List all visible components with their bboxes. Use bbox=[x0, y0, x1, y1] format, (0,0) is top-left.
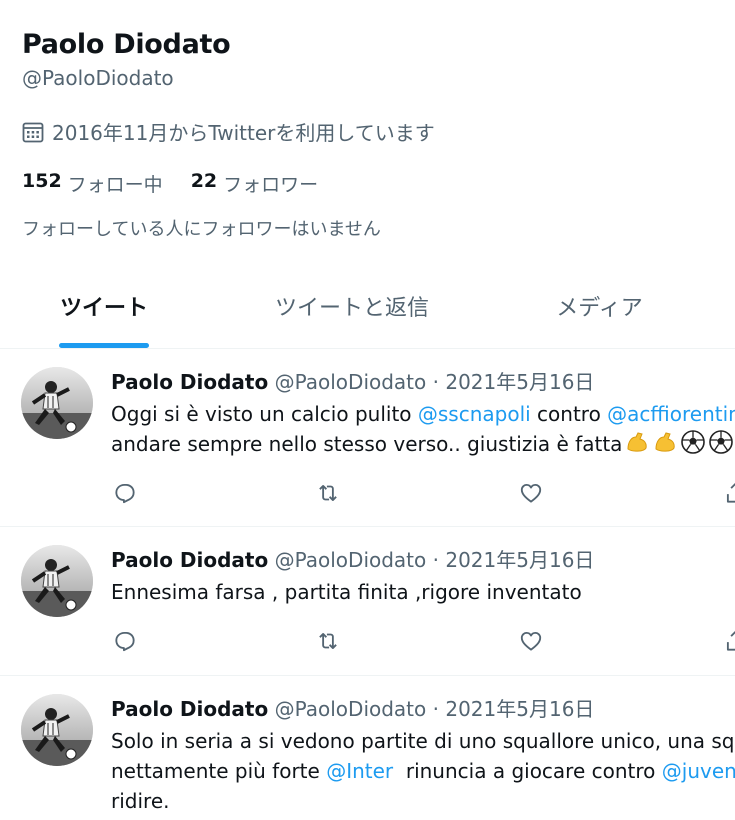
tweet-body: Paolo Diodato @PaoloDiodato · 2021年5月16日… bbox=[111, 546, 735, 607]
followers-link[interactable]: 22 フォロワー bbox=[191, 170, 318, 197]
tweet-author-handle[interactable]: @PaoloDiodato bbox=[275, 697, 427, 721]
tweet-card[interactable]: Paolo Diodato @PaoloDiodato · 2021年5月16日… bbox=[0, 528, 735, 676]
reply-icon[interactable] bbox=[110, 478, 140, 508]
tweet-text: Oggi si è visto un calcio pulito bbox=[111, 402, 418, 426]
tweet-header: Paolo Diodato @PaoloDiodato · 2021年5月16日 bbox=[111, 546, 735, 574]
tweet-body: Paolo Diodato @PaoloDiodato · 2021年5月16日… bbox=[111, 368, 735, 459]
avatar[interactable] bbox=[21, 367, 93, 439]
share-icon[interactable] bbox=[721, 478, 735, 508]
tweet-date[interactable]: 2021年5月16日 bbox=[445, 370, 594, 394]
tweet-body: Paolo Diodato @PaoloDiodato · 2021年5月16日… bbox=[111, 695, 735, 816]
tab-media[interactable]: メディア bbox=[552, 278, 647, 348]
tweet-text: nettamente più forte bbox=[111, 759, 327, 783]
mention-link[interactable]: @juventusfc bbox=[662, 759, 735, 783]
follow-stats: 152 フォロー中 22 フォロワー bbox=[22, 170, 346, 197]
soccer-ball-emoji bbox=[680, 429, 706, 455]
calendar-icon bbox=[22, 121, 44, 143]
flexed-biceps-emoji bbox=[624, 429, 650, 455]
like-icon[interactable] bbox=[516, 478, 546, 508]
reply-icon[interactable] bbox=[110, 626, 140, 656]
profile-handle: @PaoloDiodato bbox=[22, 66, 174, 90]
retweet-icon[interactable] bbox=[313, 478, 343, 508]
following-label: フォロー中 bbox=[67, 174, 163, 196]
followers-label: フォロワー bbox=[223, 174, 319, 196]
following-link[interactable]: 152 フォロー中 bbox=[22, 170, 163, 197]
avatar[interactable] bbox=[21, 694, 93, 766]
tweet-header: Paolo Diodato @PaoloDiodato · 2021年5月16日 bbox=[111, 695, 735, 723]
profile-tabs: ツイート ツイートと返信 メディア bbox=[0, 278, 735, 349]
following-count: 152 bbox=[22, 170, 62, 192]
tab-media-label: メディア bbox=[556, 296, 643, 321]
tweet-text: contro bbox=[530, 402, 608, 426]
flexed-biceps-emoji bbox=[652, 429, 678, 455]
tweet-author-handle[interactable]: @PaoloDiodato bbox=[275, 370, 427, 394]
tweet-text: Solo in seria a si vedono partite di uno… bbox=[111, 729, 735, 753]
tweet-text-line: Oggi si è visto un calcio pulito @sscnap… bbox=[111, 399, 735, 429]
retweet-icon[interactable] bbox=[313, 626, 343, 656]
soccer-ball-emoji bbox=[708, 429, 734, 455]
followers-count: 22 bbox=[190, 170, 218, 192]
tab-tweets-label: ツイート bbox=[59, 296, 148, 321]
tweet-text-line: nettamente più forte @Inter rinuncia a g… bbox=[111, 756, 735, 786]
tweet-text: Ennesima farsa , partita finita ,rigore … bbox=[111, 580, 582, 604]
avatar[interactable] bbox=[21, 545, 93, 617]
share-icon[interactable] bbox=[721, 626, 735, 656]
mention-link[interactable]: @Inter bbox=[326, 759, 393, 783]
tweet-text: ridire. bbox=[111, 789, 170, 813]
tweet-author-name[interactable]: Paolo Diodato bbox=[111, 548, 268, 572]
like-icon[interactable] bbox=[516, 626, 546, 656]
tweet-actions bbox=[111, 626, 735, 656]
tab-replies-label: ツイートと返信 bbox=[274, 296, 429, 321]
tweet-text: andare sempre nello stesso verso.. giust… bbox=[111, 432, 623, 456]
tweet-author-handle[interactable]: @PaoloDiodato bbox=[275, 548, 427, 572]
tab-replies[interactable]: ツイートと返信 bbox=[272, 278, 432, 348]
profile-header: Paolo Diodato @PaoloDiodato 2016年11月からTw… bbox=[22, 28, 722, 240]
tweet-actions bbox=[111, 478, 735, 508]
tweet-card[interactable]: Paolo Diodato @PaoloDiodato · 2021年5月16日… bbox=[0, 350, 735, 527]
profile-name: Paolo Diodato bbox=[22, 29, 231, 60]
tweet-date[interactable]: 2021年5月16日 bbox=[445, 697, 594, 721]
tweet-separator: · bbox=[432, 370, 439, 394]
mention-link[interactable]: @sscnapoli bbox=[418, 402, 531, 426]
tweet-card[interactable]: Paolo Diodato @PaoloDiodato · 2021年5月16日… bbox=[0, 677, 735, 820]
tweet-text: rinuncia a giocare contro bbox=[393, 759, 662, 783]
tweet-header: Paolo Diodato @PaoloDiodato · 2021年5月16日 bbox=[111, 368, 735, 396]
tweet-author-name[interactable]: Paolo Diodato bbox=[111, 697, 268, 721]
no-mutual-followers: フォローしている人にフォロワーはいません bbox=[22, 219, 381, 240]
tweet-separator: · bbox=[432, 697, 439, 721]
tweet-separator: · bbox=[432, 548, 439, 572]
joined-text: 2016年11月からTwitterを利用しています bbox=[52, 121, 435, 145]
tweet-author-name[interactable]: Paolo Diodato bbox=[111, 370, 268, 394]
tab-tweets[interactable]: ツイート bbox=[59, 278, 149, 348]
joined-date: 2016年11月からTwitterを利用しています bbox=[22, 117, 435, 146]
tweet-date[interactable]: 2021年5月16日 bbox=[445, 548, 594, 572]
active-tab-indicator bbox=[59, 343, 149, 348]
mention-link[interactable]: @acffiorentina bbox=[607, 402, 735, 426]
tweet-text-line: andare sempre nello stesso verso.. giust… bbox=[111, 429, 735, 459]
